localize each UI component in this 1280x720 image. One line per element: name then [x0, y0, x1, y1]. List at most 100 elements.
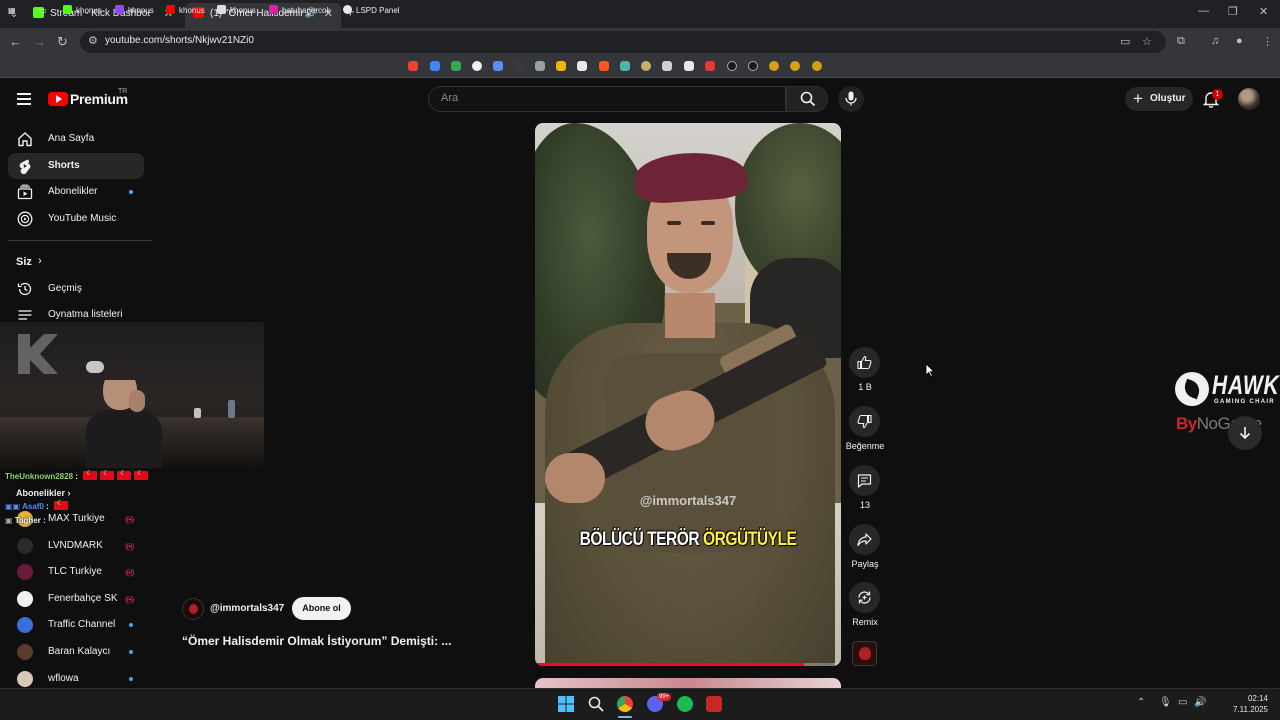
sound-source-thumbnail[interactable]: [852, 641, 877, 666]
chrome-icon[interactable]: [617, 696, 633, 712]
browser-menu-icon[interactable]: ⋮: [1262, 35, 1273, 48]
bookmark-icon[interactable]: [727, 61, 737, 71]
streamer-body: [86, 410, 162, 468]
channel-name[interactable]: @immortals347: [210, 603, 284, 614]
spotify-icon[interactable]: [677, 696, 693, 712]
like-button[interactable]: [849, 347, 880, 378]
kick-icon: [63, 5, 72, 14]
bookmark-icon[interactable]: [577, 61, 587, 71]
sidebar-item-shorts[interactable]: Shorts: [8, 153, 144, 179]
sidebar-item-youtube-music[interactable]: YouTube Music: [8, 206, 144, 232]
youtube-logo-icon[interactable]: [48, 92, 68, 106]
bookmark-icon[interactable]: [556, 61, 566, 71]
bookmark-lspd-panel[interactable]: LSPD Panel: [343, 4, 400, 17]
bookmark-icon[interactable]: [493, 61, 503, 71]
reload-button[interactable]: ↻: [57, 33, 68, 51]
bookmark-icon[interactable]: [641, 61, 651, 71]
sidebar-sub-tlc-turkiye[interactable]: TLC Turkiye ((•)): [8, 559, 144, 585]
bookmark-icon[interactable]: [769, 61, 779, 71]
shorts-video-player[interactable]: @immortals347 BÖLÜCÜ TERÖR ÖRGÜTÜYLE: [535, 123, 841, 666]
gmail-icon[interactable]: [451, 61, 461, 71]
voice-search-button[interactable]: [838, 86, 864, 112]
close-window-button[interactable]: ✕: [1259, 5, 1268, 18]
create-button[interactable]: + Oluştur: [1125, 87, 1193, 111]
cast-icon[interactable]: ▭: [1120, 35, 1130, 48]
sidebar-subscriptions-heading[interactable]: Abonelikler ›: [16, 488, 71, 498]
bookmark-batuhanercok[interactable]: batuhanercok: [269, 4, 330, 17]
taskbar-search-icon[interactable]: [588, 696, 604, 712]
history-icon: [17, 282, 32, 296]
gmail-icon[interactable]: [430, 61, 440, 71]
lspd-icon: [343, 5, 352, 14]
gmail-icon[interactable]: [408, 61, 418, 71]
kick-watermark-logo: [18, 334, 58, 374]
dislike-label: Beğenme: [845, 441, 885, 451]
progress-bar[interactable]: [535, 663, 805, 666]
chat-username: Tagher: [14, 516, 41, 525]
tray-overflow-icon[interactable]: ⌃: [1137, 697, 1145, 708]
bookmark-khonus-twitch[interactable]: khonus: [115, 4, 154, 17]
search-box[interactable]: [428, 86, 786, 112]
bookmark-icon[interactable]: [514, 61, 524, 71]
bookmark-icon[interactable]: [620, 61, 630, 71]
forward-button[interactable]: →: [33, 33, 46, 51]
short-title[interactable]: “Ömer Halisdemir Olmak İstiyorum” Demişt…: [182, 634, 451, 648]
sheet-icon[interactable]: [535, 61, 545, 71]
share-button[interactable]: [849, 524, 880, 555]
bookmark-icon[interactable]: [599, 61, 609, 71]
sidebar-sub-lvndmark[interactable]: LVNDMARK ((•)): [8, 533, 144, 559]
dislike-button[interactable]: [849, 406, 880, 437]
bookmark-khonus-x[interactable]: khonus: [217, 4, 256, 17]
bookmark-icon[interactable]: [812, 61, 822, 71]
bookmark-icon[interactable]: [472, 61, 482, 71]
sidebar-sub-traffic-channel[interactable]: Traffic Channel: [8, 612, 144, 638]
sidebar-item-home[interactable]: Ana Sayfa: [8, 126, 144, 152]
windows-start-icon[interactable]: [558, 696, 574, 712]
tab-kick-dashboard[interactable]: Stream - Kick Dashboard ✕: [25, 3, 181, 28]
bookmark-star-icon[interactable]: ☆: [1142, 35, 1152, 48]
media-control-icon[interactable]: ♫: [1211, 35, 1219, 47]
microphone-tray-icon[interactable]: 🎙: [1159, 697, 1172, 708]
you-section-heading[interactable]: Siz: [16, 256, 32, 268]
bookmark-icon[interactable]: [684, 61, 694, 71]
bookmark-khonus-youtube[interactable]: khonus: [166, 4, 205, 17]
sidebar-item-history[interactable]: Geçmiş: [8, 276, 144, 302]
restore-button[interactable]: ❐: [1228, 5, 1238, 18]
volume-icon[interactable]: 🔊: [1194, 697, 1206, 708]
next-short-button[interactable]: [1228, 416, 1262, 450]
subscribe-button[interactable]: Abone ol: [292, 597, 351, 620]
app-icon[interactable]: [706, 696, 722, 712]
bookmark-icon[interactable]: [662, 61, 672, 71]
sidebar-item-label: wflowa: [48, 673, 79, 684]
network-icon[interactable]: ▭: [1178, 697, 1187, 708]
folder-icon[interactable]: ▭: [39, 4, 47, 17]
bookmark-khonus-kick[interactable]: khonus: [63, 4, 102, 17]
system-clock[interactable]: 02:14 7.11.2025: [1206, 693, 1268, 715]
apps-icon[interactable]: ▦: [8, 4, 16, 17]
bookmark-icon[interactable]: [705, 61, 715, 71]
sidebar-sub-fenerbahce[interactable]: Fenerbahçe SK ((•)): [8, 586, 144, 612]
bookmark-icon[interactable]: [790, 61, 800, 71]
minimize-button[interactable]: —: [1198, 5, 1209, 17]
search-button[interactable]: [786, 86, 828, 112]
account-avatar[interactable]: [1238, 88, 1260, 110]
sponsor-name: HAWK: [1212, 370, 1280, 400]
comments-button[interactable]: [849, 465, 880, 496]
active-app-indicator: [618, 716, 632, 718]
next-short-preview[interactable]: [535, 678, 841, 688]
extensions-icon[interactable]: ⧉: [1177, 35, 1185, 48]
sidebar-item-label: Oynatma listeleri: [48, 309, 123, 320]
sidebar-item-subscriptions[interactable]: Abonelikler: [8, 179, 144, 205]
remix-button[interactable]: [849, 582, 880, 613]
sidebar-sub-baran-kalayci[interactable]: Baran Kalaycı: [8, 639, 144, 665]
site-info-icon[interactable]: ⚙: [88, 34, 98, 47]
address-bar[interactable]: ⚙ youtube.com/shorts/Nkjwv21NZi0: [80, 31, 1166, 53]
turkey-flag-icon: [100, 469, 115, 480]
profile-icon[interactable]: ●: [1236, 35, 1243, 47]
guide-menu-icon[interactable]: [17, 93, 31, 108]
search-input[interactable]: [441, 92, 771, 104]
bookmark-icon[interactable]: [748, 61, 758, 71]
chevron-right-icon[interactable]: ›: [38, 255, 42, 267]
channel-avatar[interactable]: [182, 598, 204, 620]
back-button[interactable]: ←: [9, 33, 22, 51]
